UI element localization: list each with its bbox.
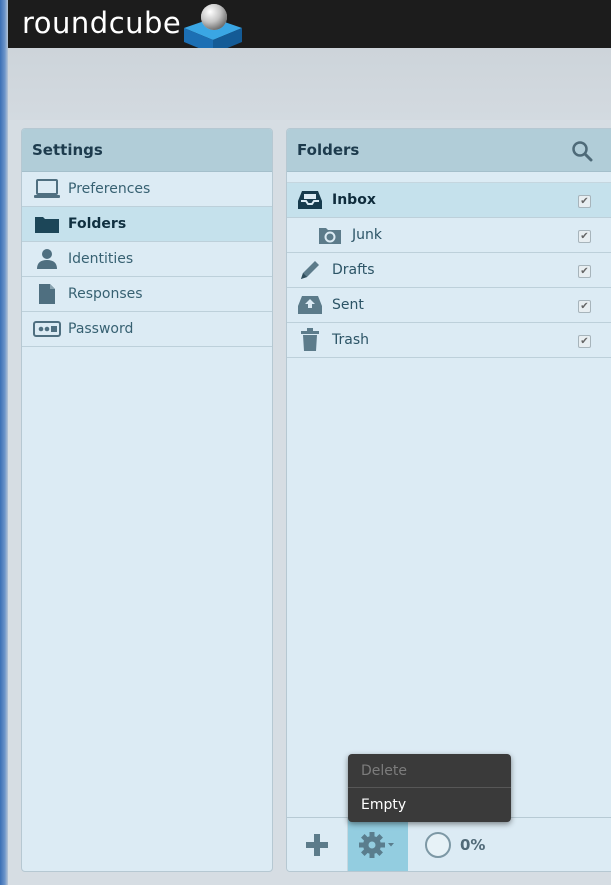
folder-actions-menu: Delete Empty (348, 754, 511, 822)
subscribe-checkbox[interactable]: ✔ (578, 300, 591, 313)
menu-item-delete: Delete (348, 754, 511, 788)
sidebar-item-password[interactable]: Password (22, 312, 272, 347)
plus-icon (306, 834, 328, 856)
password-icon (32, 317, 62, 341)
folder-label: Junk (352, 227, 382, 243)
trash-icon (297, 328, 323, 352)
quota-text: 0% (460, 836, 486, 854)
settings-header: Settings (22, 129, 272, 172)
sidebar-item-preferences[interactable]: Preferences (22, 172, 272, 207)
folder-row-trash[interactable]: Trash ✔ (287, 323, 611, 358)
list-spacer (287, 172, 611, 183)
folder-actions-button[interactable] (348, 818, 408, 871)
subscribe-checkbox[interactable]: ✔ (578, 335, 591, 348)
folder-list: Inbox ✔ Junk ✔ Drafts ✔ Sent ✔ Trash ✔ (287, 183, 611, 358)
window-edge (0, 0, 8, 885)
top-bar: roundcube (8, 0, 611, 54)
search-icon[interactable] (571, 140, 593, 162)
sidebar-item-folders[interactable]: Folders (22, 207, 272, 242)
quota-indicator: 0% (424, 818, 504, 871)
subscribe-checkbox[interactable]: ✔ (578, 265, 591, 278)
folder-label: Inbox (332, 192, 376, 208)
subscribe-checkbox[interactable]: ✔ (578, 195, 591, 208)
folder-icon (32, 212, 62, 236)
gear-icon (359, 832, 394, 858)
chevron-down-icon (388, 843, 394, 847)
sidebar-item-label: Identities (68, 251, 134, 267)
folder-row-inbox[interactable]: Inbox ✔ (287, 183, 611, 218)
sidebar-item-label: Password (68, 321, 134, 337)
junk-icon (317, 223, 343, 247)
sidebar-item-identities[interactable]: Identities (22, 242, 272, 277)
menu-item-empty[interactable]: Empty (348, 788, 511, 822)
pencil-icon (297, 258, 323, 282)
settings-title: Settings (32, 141, 103, 159)
subscribe-checkbox[interactable]: ✔ (578, 230, 591, 243)
quota-pie-icon (425, 832, 451, 858)
folder-label: Trash (332, 332, 369, 348)
sent-icon (297, 293, 323, 317)
inbox-icon (297, 188, 323, 212)
laptop-icon (32, 177, 62, 201)
document-icon (32, 282, 62, 306)
sidebar-item-label: Responses (68, 286, 143, 302)
folder-row-sent[interactable]: Sent ✔ (287, 288, 611, 323)
person-icon (32, 247, 62, 271)
folders-header: Folders (287, 129, 611, 172)
settings-panel: Settings Preferences Folders Identities … (21, 128, 273, 872)
logo-text: roundcube (22, 6, 182, 40)
sidebar-item-responses[interactable]: Responses (22, 277, 272, 312)
sidebar-item-label: Preferences (68, 181, 151, 197)
folder-row-drafts[interactable]: Drafts ✔ (287, 253, 611, 288)
folder-label: Sent (332, 297, 364, 313)
folders-footer: 0% (287, 817, 611, 871)
folder-row-junk[interactable]: Junk ✔ (287, 218, 611, 253)
toolbar-area (8, 48, 611, 120)
settings-nav: Preferences Folders Identities Responses… (22, 172, 272, 347)
folders-title: Folders (297, 141, 360, 159)
add-folder-button[interactable] (287, 818, 348, 871)
folder-label: Drafts (332, 262, 375, 278)
sidebar-item-label: Folders (68, 216, 127, 232)
